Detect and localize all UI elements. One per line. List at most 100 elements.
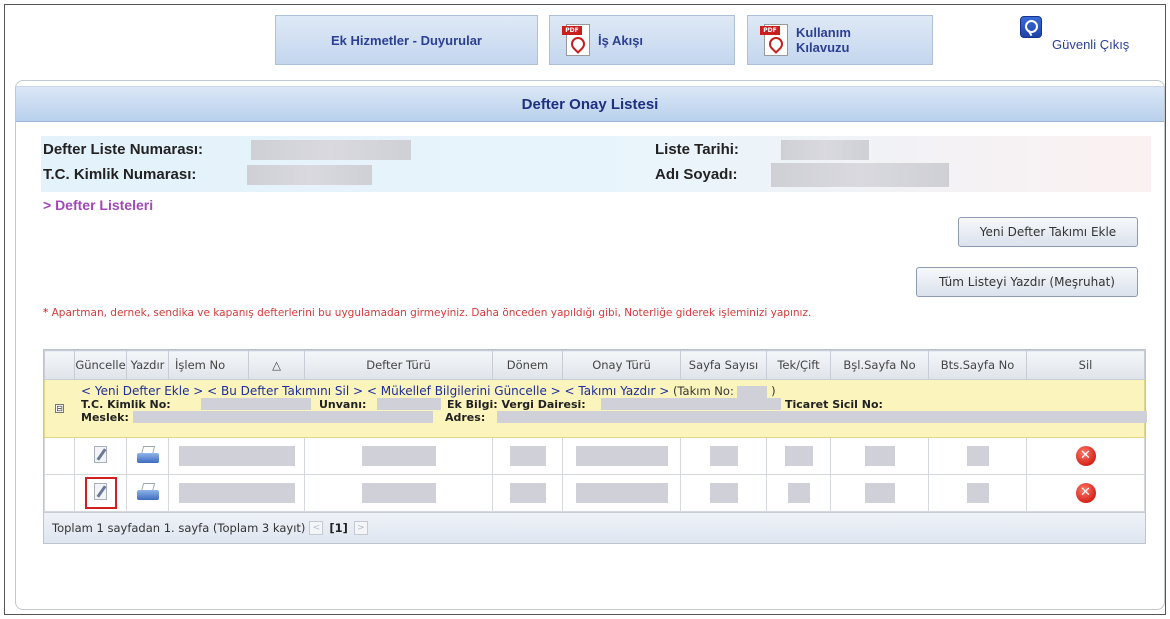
tc-kimlik-label: T.C. Kimlik Numarası: — [43, 166, 197, 183]
window-frame: Ek Hizmetler - Duyurular PDF İş Akışı PD… — [4, 4, 1166, 615]
grid-header-spacer — [44, 350, 75, 380]
group-ek-bilgi-label: Ek Bilgi: Vergi Dairesi: — [447, 398, 586, 411]
col-islem-no[interactable]: İşlem No — [168, 350, 249, 380]
key-icon — [1020, 16, 1042, 38]
row-bsl-sayfa-no — [830, 474, 929, 512]
delete-icon[interactable]: ✕ — [1075, 446, 1096, 466]
warning-text: * Apartman, dernek, sendika ve kapanış d… — [43, 306, 913, 321]
defter-liste-value — [251, 140, 411, 160]
adi-soyadi-label: Adı Soyadı: — [655, 166, 738, 183]
row-edit-cell — [74, 437, 127, 475]
col-sayfa-sayisi[interactable]: Sayfa Sayısı — [680, 350, 767, 380]
kullanim-label-line1: Kullanım — [796, 25, 851, 40]
col-bts-sayfa-no[interactable]: Bts.Sayfa No — [928, 350, 1027, 380]
col-tek-cift[interactable]: Tek/Çift — [766, 350, 831, 380]
kullanim-kilavuzu-button[interactable]: PDF Kullanım Kılavuzu — [747, 15, 933, 65]
pdf-icon: PDF — [760, 22, 790, 58]
panel-title: Defter Onay Listesi — [16, 86, 1164, 122]
printer-icon[interactable] — [135, 482, 161, 502]
main-panel: Defter Onay Listesi Defter Liste Numaras… — [15, 80, 1165, 610]
col-guncelle[interactable]: Güncelle — [74, 350, 127, 380]
edit-icon[interactable] — [93, 445, 109, 464]
warning-message: Apartman, dernek, sendika ve kapanış def… — [51, 307, 812, 319]
liste-tarihi-value — [781, 140, 869, 160]
row-islem-no — [168, 474, 305, 512]
row-islem-no — [168, 437, 305, 475]
pager-current-page[interactable]: [1] — [329, 521, 348, 535]
defter-listeleri-link[interactable]: > Defter Listeleri — [43, 197, 153, 213]
group-row: ⊟ < Yeni Defter Ekle > < Bu Defter Takım… — [44, 379, 1147, 438]
is-akisi-label: İş Akışı — [598, 32, 644, 48]
row-tek-cift — [766, 474, 831, 512]
ek-hizmetler-button[interactable]: Ek Hizmetler - Duyurular — [275, 15, 538, 65]
col-yazdir[interactable]: Yazdır — [126, 350, 169, 380]
row-defter-turu — [304, 474, 493, 512]
yeni-defter-takimi-button[interactable]: Yeni Defter Takımı Ekle — [958, 217, 1138, 247]
row-bsl-sayfa-no — [830, 437, 929, 475]
group-ticaret-label: Ticaret Sicil No: — [785, 398, 883, 411]
pager-prev-button[interactable]: < — [309, 521, 324, 535]
row-donem — [492, 474, 563, 512]
group-unvan-label: Unvanı: — [319, 398, 367, 411]
selected-highlight — [84, 477, 117, 509]
row-print-cell — [126, 437, 169, 475]
group-meslek-value — [133, 411, 433, 423]
row-sayfa-sayisi — [680, 474, 767, 512]
col-onay-turu[interactable]: Onay Türü — [562, 350, 681, 380]
row-delete-cell: ✕ — [1026, 474, 1145, 512]
group-tc-label: T.C. Kimlik No: — [81, 398, 171, 411]
table-row: ✕ — [44, 437, 1145, 475]
group-adres-value — [497, 411, 1147, 423]
row-delete-cell: ✕ — [1026, 437, 1145, 475]
col-bsl-sayfa-no[interactable]: Bşl.Sayfa No — [830, 350, 929, 380]
warning-star: * — [43, 307, 49, 319]
group-action-links[interactable]: < Yeni Defter Ekle > < Bu Defter Takımın… — [81, 384, 669, 398]
col-donem[interactable]: Dönem — [492, 350, 563, 380]
col-sil[interactable]: Sil — [1026, 350, 1145, 380]
takim-no-prefix: (Takım No: — [672, 384, 734, 398]
group-tc-value — [201, 398, 311, 410]
row-bts-sayfa-no — [928, 437, 1027, 475]
takim-no-suffix: ) — [771, 384, 776, 398]
pager: Toplam 1 sayfadan 1. sayfa (Toplam 3 kay… — [44, 512, 1145, 543]
pager-text: Toplam 1 sayfadan 1. sayfa (Toplam 3 kay… — [52, 521, 306, 535]
pdf-tag: PDF — [562, 26, 582, 35]
is-akisi-button[interactable]: PDF İş Akışı — [549, 15, 735, 65]
group-vergi-dairesi-value — [601, 398, 781, 410]
pdf-icon: PDF — [562, 22, 592, 58]
ek-hizmetler-label: Ek Hizmetler - Duyurular — [331, 32, 482, 48]
tc-kimlik-value — [247, 165, 372, 185]
tum-listeyi-yazdir-button[interactable]: Tüm Listeyi Yazdır (Meşruhat) — [916, 267, 1138, 297]
row-sayfa-sayisi — [680, 437, 767, 475]
printer-icon[interactable] — [135, 445, 161, 465]
kullanim-label: Kullanım Kılavuzu — [796, 25, 851, 55]
liste-tarihi-label: Liste Tarihi: — [655, 141, 739, 158]
row-donem — [492, 437, 563, 475]
row-spacer — [44, 437, 75, 475]
row-onay-turu — [562, 437, 681, 475]
pdf-tag: PDF — [760, 26, 780, 35]
group-meslek-label: Meslek: — [81, 411, 129, 424]
defter-liste-label: Defter Liste Numarası: — [43, 141, 204, 158]
logout-label: Güvenli Çıkış — [1052, 37, 1130, 52]
row-bts-sayfa-no — [928, 474, 1027, 512]
delete-icon[interactable]: ✕ — [1075, 483, 1096, 503]
row-tek-cift — [766, 437, 831, 475]
row-print-cell — [126, 474, 169, 512]
row-spacer — [44, 474, 75, 512]
pager-next-button[interactable]: > — [353, 521, 368, 535]
sort-icon[interactable]: △ — [248, 350, 305, 380]
takim-no-value — [737, 385, 768, 398]
info-box: Defter Liste Numarası: T.C. Kimlik Numar… — [41, 136, 1151, 192]
table-row: ✕ — [44, 474, 1145, 512]
group-adres-label: Adres: — [445, 411, 486, 424]
logout-button[interactable]: Güvenli Çıkış — [1010, 13, 1170, 63]
edit-icon[interactable] — [93, 482, 109, 501]
col-defter-turu[interactable]: Defter Türü — [304, 350, 493, 380]
row-onay-turu — [562, 474, 681, 512]
adi-soyadi-value — [771, 163, 949, 187]
grid-header-row: Güncelle Yazdır İşlem No △ Defter Türü D… — [44, 350, 1145, 380]
row-defter-turu — [304, 437, 493, 475]
kullanim-label-line2: Kılavuzu — [796, 40, 850, 55]
row-edit-cell — [74, 474, 127, 512]
